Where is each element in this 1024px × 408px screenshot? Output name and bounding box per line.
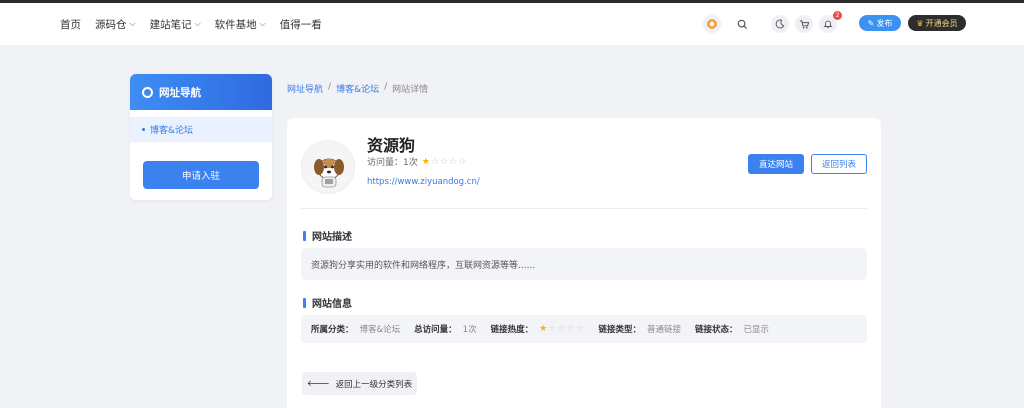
moon-icon[interactable] bbox=[771, 15, 789, 33]
nav-label: 值得一看 bbox=[279, 18, 322, 31]
star-empty-icon: ☆ bbox=[548, 324, 558, 334]
breadcrumb-link-category[interactable]: 博客&论坛 bbox=[336, 82, 379, 95]
section-marker bbox=[303, 297, 306, 308]
breadcrumb-link-nav[interactable]: 网址导航 bbox=[287, 82, 323, 95]
star-filled-icon: ★ bbox=[421, 156, 431, 167]
nav-label: 软件基地 bbox=[214, 18, 257, 31]
visit-count: 访问量：1次 ★☆☆☆☆ bbox=[367, 155, 467, 169]
nav-item-worth[interactable]: 值得一看 bbox=[280, 17, 322, 32]
sidebar-title: 网址导航 bbox=[159, 86, 201, 99]
vip-label: 开通会员 bbox=[925, 18, 958, 28]
cart-icon[interactable] bbox=[795, 15, 813, 33]
breadcrumb-current: 网站详情 bbox=[392, 85, 429, 95]
notification-badge: 2 bbox=[833, 11, 842, 20]
section-title-text: 网站描述 bbox=[312, 232, 352, 243]
search-icon[interactable] bbox=[733, 15, 751, 33]
visit-site-button[interactable]: 直达网站 bbox=[748, 154, 804, 174]
sidebar: 网址导航 博客&论坛 申请入驻 bbox=[130, 74, 272, 200]
info-key: 链接类型： bbox=[598, 325, 642, 335]
back-to-list-button[interactable]: 返回列表 bbox=[811, 154, 867, 174]
rating-stars: ★☆☆☆☆ bbox=[422, 157, 467, 167]
star-empty-icon: ☆ bbox=[575, 324, 585, 334]
info-value: 已显示 bbox=[743, 325, 770, 335]
chevron-down-icon: ⌵ bbox=[129, 19, 136, 28]
site-title: 资源狗 bbox=[367, 136, 416, 155]
arrow-left-icon: 🡐 bbox=[306, 378, 330, 389]
chevron-down-icon: ⌵ bbox=[259, 19, 266, 28]
publish-label: 发布 bbox=[876, 18, 893, 28]
star-empty-icon: ☆ bbox=[448, 156, 459, 167]
nav-label: 建站笔记 bbox=[149, 18, 192, 31]
main-nav: 首页 源码仓 ⌵ 建站笔记 ⌵ 软件基地 ⌵ 值得一看 bbox=[60, 3, 322, 45]
section-title-text: 网站信息 bbox=[312, 299, 352, 310]
apply-button[interactable]: 申请入驻 bbox=[143, 161, 259, 189]
vip-button[interactable]: ♛ 开通会员 bbox=[908, 15, 966, 31]
section-title-info: 网站信息 bbox=[303, 295, 352, 310]
star-empty-icon: ☆ bbox=[439, 156, 449, 167]
nav-item-software[interactable]: 软件基地 ⌵ bbox=[215, 17, 266, 32]
site-url-link[interactable]: https://www.ziyuandog.cn/ bbox=[367, 177, 480, 187]
site-detail-card: 资源狗 访问量：1次 ★☆☆☆☆ https://www.ziyuandog.c… bbox=[287, 118, 881, 408]
info-key: 所属分类： bbox=[311, 325, 354, 335]
chevron-down-icon: ⌵ bbox=[194, 19, 201, 28]
site-header: 首页 源码仓 ⌵ 建站笔记 ⌵ 软件基地 ⌵ 值得一看 2 ✎ 发布 ♛ 开通会员 bbox=[0, 3, 1024, 45]
star-empty-icon: ☆ bbox=[458, 156, 468, 167]
visit-label: 访问量：1次 bbox=[367, 158, 418, 168]
pencil-icon: ✎ bbox=[867, 18, 875, 28]
nav-item-source[interactable]: 源码仓 ⌵ bbox=[95, 17, 136, 32]
bullet-icon bbox=[142, 128, 145, 131]
info-value: 博客&论坛 bbox=[359, 325, 401, 335]
section-title-description: 网站描述 bbox=[303, 228, 352, 243]
heat-stars: ★☆☆☆☆ bbox=[539, 324, 584, 334]
breadcrumb: 网址导航 / 博客&论坛 / 网站详情 bbox=[287, 82, 428, 95]
crown-icon: ♛ bbox=[916, 18, 924, 28]
nav-label: 首页 bbox=[60, 18, 81, 31]
publish-button[interactable]: ✎ 发布 bbox=[859, 15, 901, 31]
compass-icon bbox=[142, 86, 153, 98]
star-filled-icon: ★ bbox=[539, 324, 549, 334]
back-up-label: 返回上一级分类列表 bbox=[335, 379, 413, 390]
info-key: 总访问量： bbox=[414, 325, 457, 335]
sidebar-header: 网址导航 bbox=[130, 74, 272, 110]
avatar[interactable] bbox=[703, 15, 721, 33]
sidebar-item-blog-forum[interactable]: 博客&论坛 bbox=[130, 117, 272, 142]
back-to-parent-button[interactable]: 🡐 返回上一级分类列表 bbox=[302, 372, 417, 395]
breadcrumb-separator: / bbox=[384, 82, 388, 92]
sidebar-item-label: 博客&论坛 bbox=[150, 126, 194, 136]
description-box: 资源狗分享实用的软件和网络程序，互联网资源等等...... bbox=[301, 248, 867, 280]
info-key: 链接热度： bbox=[490, 325, 534, 335]
divider bbox=[301, 208, 867, 209]
nav-item-home[interactable]: 首页 bbox=[60, 17, 81, 32]
breadcrumb-separator: / bbox=[328, 82, 332, 92]
nav-label: 源码仓 bbox=[95, 18, 127, 31]
nav-item-notes[interactable]: 建站笔记 ⌵ bbox=[150, 17, 201, 32]
info-key: 链接状态： bbox=[695, 325, 738, 335]
section-marker bbox=[303, 230, 306, 241]
info-value: 1次 bbox=[462, 325, 477, 335]
info-value: 普通链接 bbox=[647, 325, 682, 335]
site-logo bbox=[301, 140, 355, 194]
info-box: 所属分类： 博客&论坛 总访问量： 1次 链接热度： ★☆☆☆☆ 链接类型： 普… bbox=[301, 315, 867, 343]
star-empty-icon: ☆ bbox=[557, 324, 567, 334]
star-empty-icon: ☆ bbox=[430, 156, 440, 167]
